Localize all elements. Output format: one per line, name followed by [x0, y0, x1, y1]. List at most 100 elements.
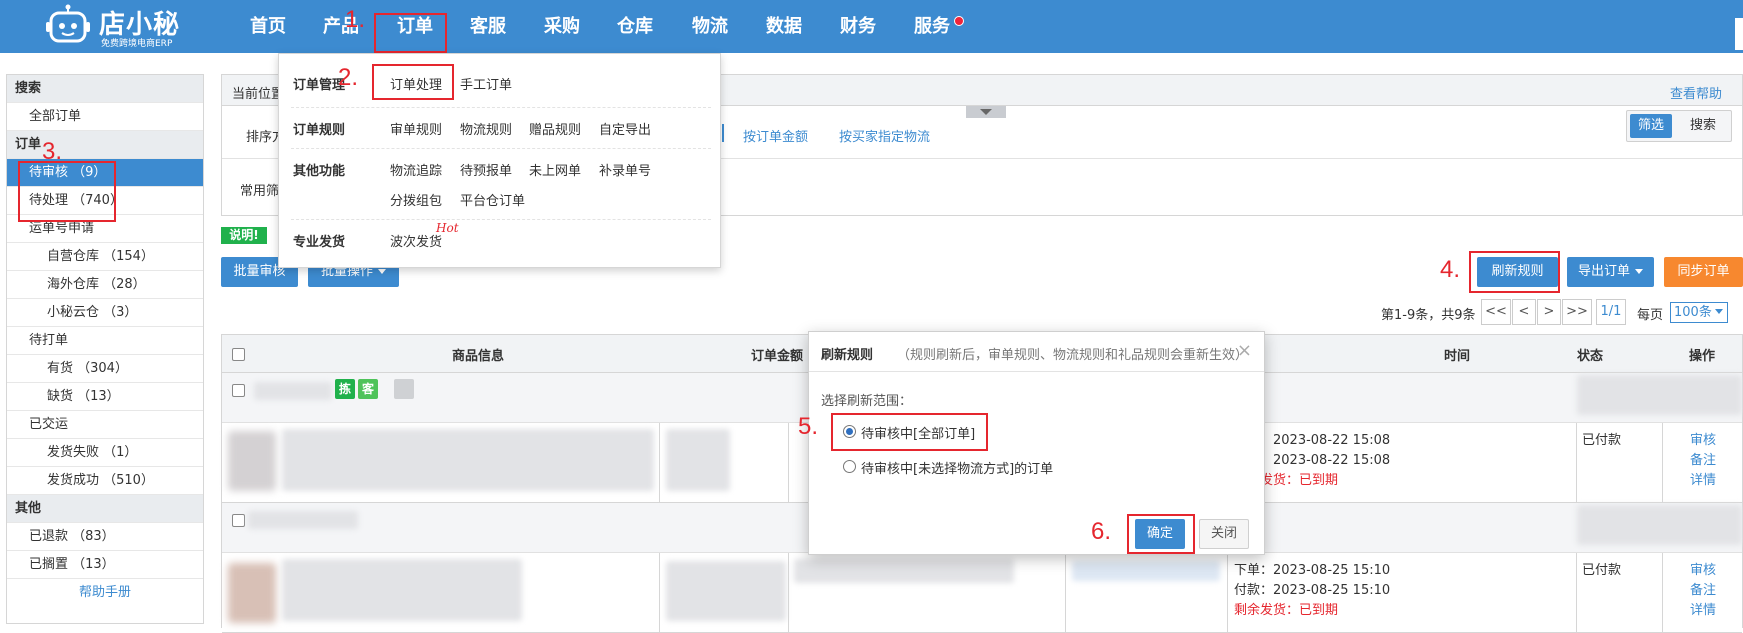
- sidebar-item-shelved[interactable]: 已搁置 （13）: [7, 551, 203, 579]
- sidebar-header-orders: 订单: [7, 131, 203, 159]
- sort-separator: [722, 124, 724, 142]
- pager-last-button[interactable]: >>: [1562, 299, 1592, 325]
- menu-item-manual-order[interactable]: 手工订单: [460, 74, 512, 93]
- menu-item-batch-shipping[interactable]: 波次发货: [390, 231, 442, 250]
- order-checkbox[interactable]: [232, 514, 245, 527]
- menu-item-supplement-no[interactable]: 补录单号: [599, 160, 651, 179]
- chevron-down-icon: [980, 109, 992, 115]
- step-3-highlight: [18, 161, 116, 222]
- view-help-link[interactable]: 查看帮助: [1670, 83, 1722, 102]
- logo[interactable]: 店小秘 免费跨境电商ERP: [45, 2, 195, 49]
- tag-gray: [394, 379, 414, 399]
- remaining-ship-time: 剩余发货：已到期: [1234, 603, 1339, 618]
- col-product-info: 商品信息: [452, 349, 505, 364]
- sidebar-item-all-orders[interactable]: 全部订单: [7, 103, 203, 131]
- blurred-product-info: [282, 559, 522, 621]
- menu-item-split-pack[interactable]: 分拨组包: [390, 190, 442, 209]
- menu-item-pre-report[interactable]: 待预报单: [460, 160, 512, 179]
- close-button[interactable]: 关闭: [1199, 519, 1249, 549]
- menu-item-review-rules[interactable]: 审单规则: [390, 119, 442, 138]
- help-manual-link[interactable]: 帮助手册: [7, 579, 203, 607]
- menu-category-pro-shipping: 专业发货: [293, 235, 346, 250]
- nav-finance[interactable]: 财务: [840, 12, 876, 38]
- nav-home[interactable]: 首页: [250, 12, 286, 38]
- col-time: 时间: [1444, 349, 1471, 364]
- robot-logo-icon: [46, 4, 90, 43]
- export-orders-label: 导出订单: [1577, 264, 1630, 279]
- dialog-subtitle: （规则刷新后，审单规则、物流规则和礼品规则会重新生效）: [897, 348, 1249, 363]
- close-icon[interactable]: ×: [1237, 340, 1252, 361]
- action-review[interactable]: 审核: [1690, 429, 1716, 448]
- sidebar-item-shipped[interactable]: 已交运: [7, 411, 203, 439]
- col-divider: [788, 553, 789, 633]
- sync-orders-button[interactable]: 同步订单: [1664, 257, 1743, 287]
- sidebar-item-in-stock[interactable]: 有货 （304）: [7, 355, 203, 383]
- nav-data[interactable]: 数据: [766, 12, 802, 38]
- menu-item-not-online[interactable]: 未上网单: [529, 160, 581, 179]
- sidebar-item-ship-success[interactable]: 发货成功 （510）: [7, 467, 203, 495]
- col-divider: [659, 423, 660, 503]
- refresh-range-label: 选择刷新范围：: [821, 394, 913, 409]
- sidebar-header-search: 搜索: [7, 75, 203, 103]
- sidebar-item-to-print[interactable]: 待打单: [7, 327, 203, 355]
- step-5-label: 5.: [798, 413, 819, 440]
- nav-warehouse[interactable]: 仓库: [617, 12, 653, 38]
- menu-divider: [291, 148, 711, 149]
- pager-next-button[interactable]: >: [1537, 299, 1561, 325]
- hot-badge: Hot: [436, 221, 459, 235]
- export-orders-button[interactable]: 导出订单: [1567, 257, 1654, 287]
- step-2-label: 2.: [338, 64, 359, 91]
- pager-prev-button[interactable]: <: [1512, 299, 1536, 325]
- tag-pick: 拣: [335, 379, 355, 399]
- radio-unselected-logistics-label[interactable]: 待审核中[未选择物流方式]的订单: [861, 458, 1053, 477]
- mode-switch: 筛选 搜索: [1626, 110, 1732, 142]
- nav-edge: [1735, 18, 1743, 50]
- nav-purchasing[interactable]: 采购: [544, 12, 580, 38]
- col-divider: [1662, 423, 1663, 503]
- nav-services[interactable]: 服务: [914, 12, 950, 38]
- step-6-label: 6.: [1091, 518, 1112, 545]
- per-page-select[interactable]: 100条: [1670, 302, 1728, 323]
- nav-customer-service[interactable]: 客服: [470, 12, 506, 38]
- tag-customer: 客: [358, 379, 378, 399]
- menu-item-custom-export[interactable]: 自定导出: [599, 119, 651, 138]
- blurred-meta: [1577, 505, 1742, 545]
- radio-unselected-logistics[interactable]: [843, 460, 856, 473]
- blurred-order-id: [248, 511, 358, 529]
- sidebar-item-ship-failed[interactable]: 发货失败 （1）: [7, 439, 203, 467]
- order-row: 下单：2023-08-25 15:10 付款：2023-08-25 15:10 …: [222, 553, 1742, 633]
- action-remark[interactable]: 备注: [1690, 449, 1716, 468]
- mode-filter-button[interactable]: 筛选: [1630, 114, 1672, 138]
- per-page-label: 每页: [1637, 308, 1664, 323]
- order-checkbox[interactable]: [232, 384, 245, 397]
- menu-item-logistics-rules[interactable]: 物流规则: [460, 119, 512, 138]
- action-details[interactable]: 详情: [1690, 469, 1716, 488]
- action-review[interactable]: 审核: [1690, 559, 1716, 578]
- select-all-checkbox[interactable]: [232, 348, 245, 361]
- action-details[interactable]: 详情: [1690, 599, 1716, 618]
- sidebar-item-xiaomi-cloud[interactable]: 小秘云仓 （3）: [7, 299, 203, 327]
- menu-item-gift-rules[interactable]: 赠品规则: [529, 119, 581, 138]
- pager-first-button[interactable]: <<: [1481, 299, 1511, 325]
- blurred-product-info: [282, 429, 654, 491]
- sidebar-item-refunded[interactable]: 已退款 （83）: [7, 523, 203, 551]
- menu-divider: [291, 107, 711, 108]
- sidebar-item-own-warehouse[interactable]: 自营仓库 （154）: [7, 243, 203, 271]
- sidebar-item-overseas-warehouse[interactable]: 海外仓库 （28）: [7, 271, 203, 299]
- caret-down-icon: [1635, 269, 1643, 274]
- action-remark[interactable]: 备注: [1690, 579, 1716, 598]
- breadcrumb-label: 当前位置: [232, 87, 285, 102]
- sort-by-buyer-logistics[interactable]: 按买家指定物流: [839, 126, 930, 145]
- col-divider: [1662, 553, 1663, 633]
- nav-logistics[interactable]: 物流: [692, 12, 728, 38]
- step-1-highlight: [374, 13, 447, 53]
- mode-search-button[interactable]: 搜索: [1682, 114, 1724, 138]
- menu-item-platform-warehouse[interactable]: 平台仓订单: [460, 190, 525, 209]
- menu-item-logistics-tracking[interactable]: 物流追踪: [390, 160, 442, 179]
- logo-subtitle: 免费跨境电商ERP: [101, 39, 173, 49]
- pager-current-page: 1/1: [1596, 299, 1626, 325]
- step-2-highlight: [372, 64, 454, 100]
- top-nav-bar: 店小秘 免费跨境电商ERP 首页 产品 订单 客服 采购 仓库 物流 数据 财务…: [0, 0, 1743, 53]
- sort-by-amount[interactable]: 按订单金额: [743, 126, 808, 145]
- sidebar-item-out-of-stock[interactable]: 缺货 （13）: [7, 383, 203, 411]
